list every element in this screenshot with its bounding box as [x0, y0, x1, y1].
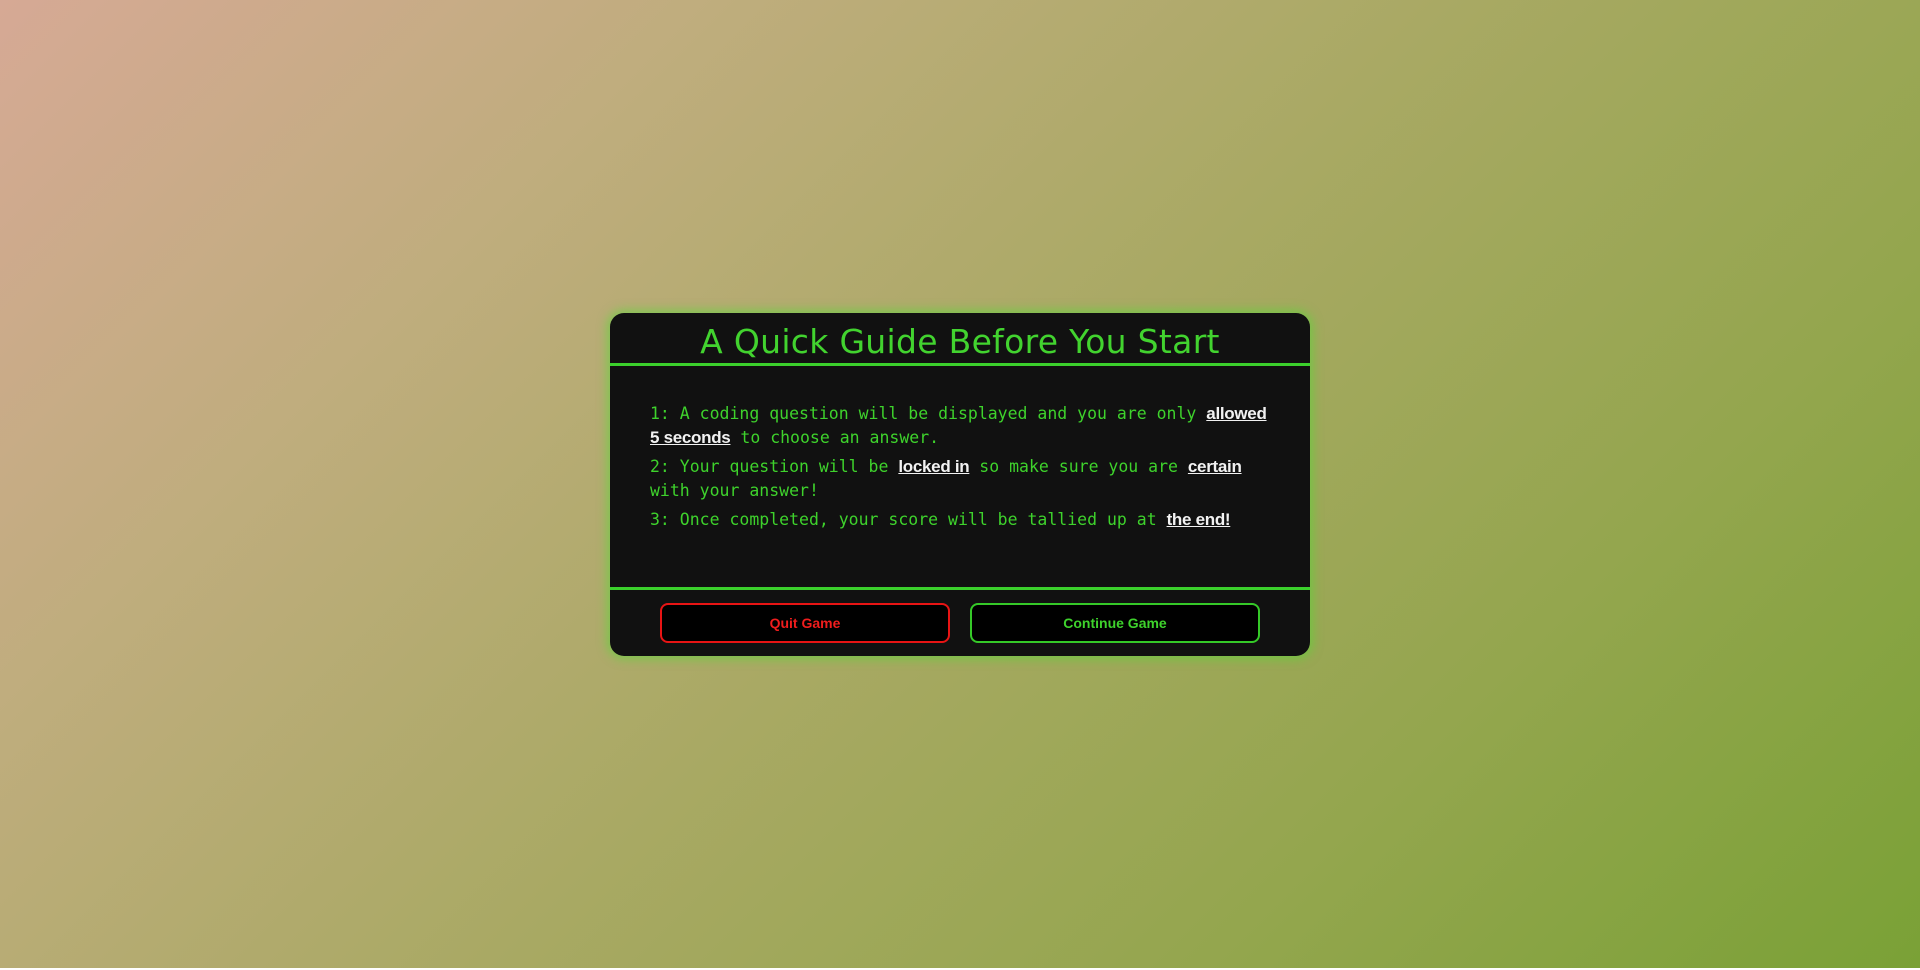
- quit-game-button[interactable]: Quit Game: [660, 603, 950, 643]
- rule-text: 2: Your question will be: [650, 457, 899, 476]
- rule-highlight: locked in: [898, 457, 970, 476]
- rule-text: with your answer!: [650, 481, 819, 500]
- rule-highlight: certain: [1187, 457, 1242, 476]
- rule-text: 1: A coding question will be displayed a…: [650, 404, 1207, 423]
- rule-highlight: the end!: [1166, 510, 1231, 529]
- guide-title: A Quick Guide Before You Start: [700, 321, 1220, 361]
- dialog-actions: Quit Game Continue Game: [610, 590, 1310, 643]
- rule-text: 3: Once completed, your score will be ta…: [650, 510, 1167, 529]
- rule-item-3: 3: Once completed, your score will be ta…: [650, 508, 1270, 532]
- rule-item-1: 1: A coding question will be displayed a…: [650, 402, 1270, 450]
- rule-text: so make sure you are: [969, 457, 1188, 476]
- rules-list: 1: A coding question will be displayed a…: [610, 366, 1310, 590]
- rule-text: to choose an answer.: [730, 428, 940, 447]
- guide-dialog: A Quick Guide Before You Start 1: A codi…: [610, 313, 1310, 656]
- continue-game-button[interactable]: Continue Game: [970, 603, 1260, 643]
- guide-header: A Quick Guide Before You Start: [610, 313, 1310, 366]
- rule-item-2: 2: Your question will be locked in so ma…: [650, 455, 1270, 503]
